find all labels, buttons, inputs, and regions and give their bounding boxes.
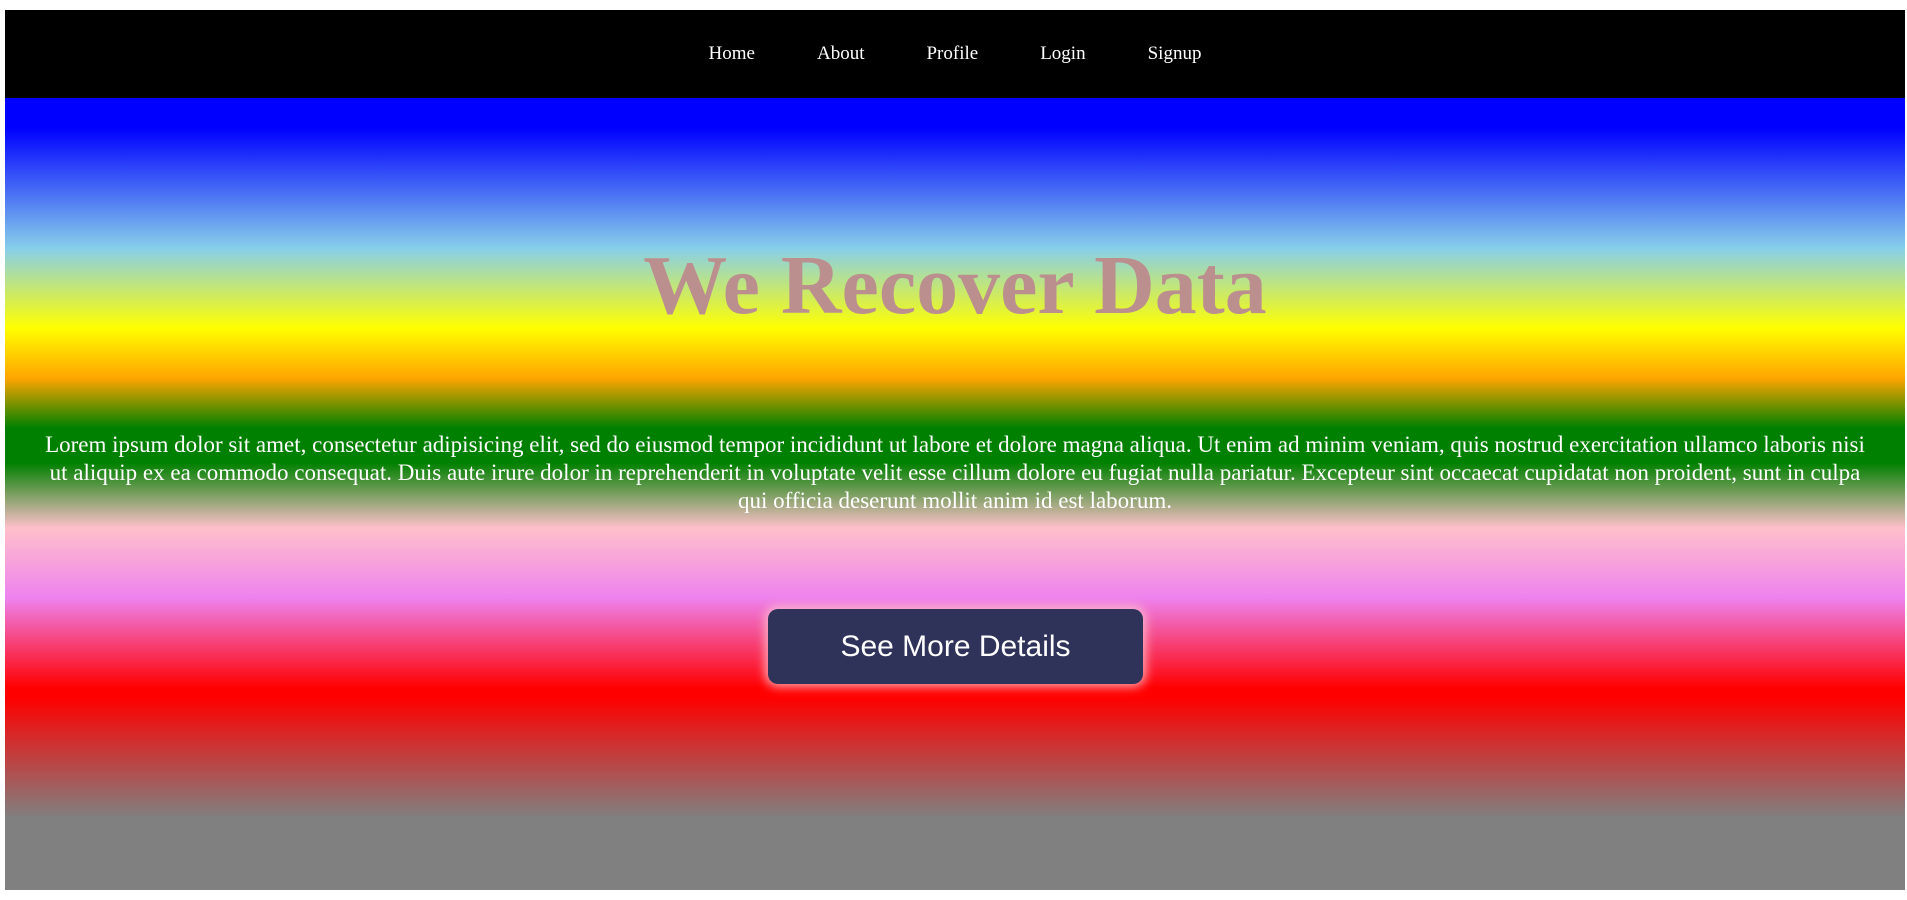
nav-link-profile[interactable]: Profile	[926, 43, 978, 64]
nav-item-profile: Profile	[926, 43, 978, 65]
navbar: Home About Profile Login Signup	[5, 10, 1905, 98]
nav-item-signup: Signup	[1148, 43, 1202, 65]
see-more-details-button[interactable]: See More Details	[768, 609, 1143, 684]
nav-link-login[interactable]: Login	[1040, 43, 1085, 64]
nav-item-login: Login	[1040, 43, 1085, 65]
nav-item-home: Home	[709, 43, 755, 65]
page-frame: Home About Profile Login Signup We Recov…	[5, 10, 1905, 890]
nav-link-signup[interactable]: Signup	[1148, 43, 1202, 64]
hero-section: We Recover Data Lorem ipsum dolor sit am…	[5, 98, 1905, 890]
hero-title: We Recover Data	[643, 239, 1267, 332]
nav-link-home[interactable]: Home	[709, 43, 755, 64]
nav-item-about: About	[817, 43, 865, 65]
nav-menu: Home About Profile Login Signup	[5, 10, 1905, 98]
hero-description: Lorem ipsum dolor sit amet, consectetur …	[45, 432, 1865, 513]
nav-link-about[interactable]: About	[817, 43, 865, 64]
